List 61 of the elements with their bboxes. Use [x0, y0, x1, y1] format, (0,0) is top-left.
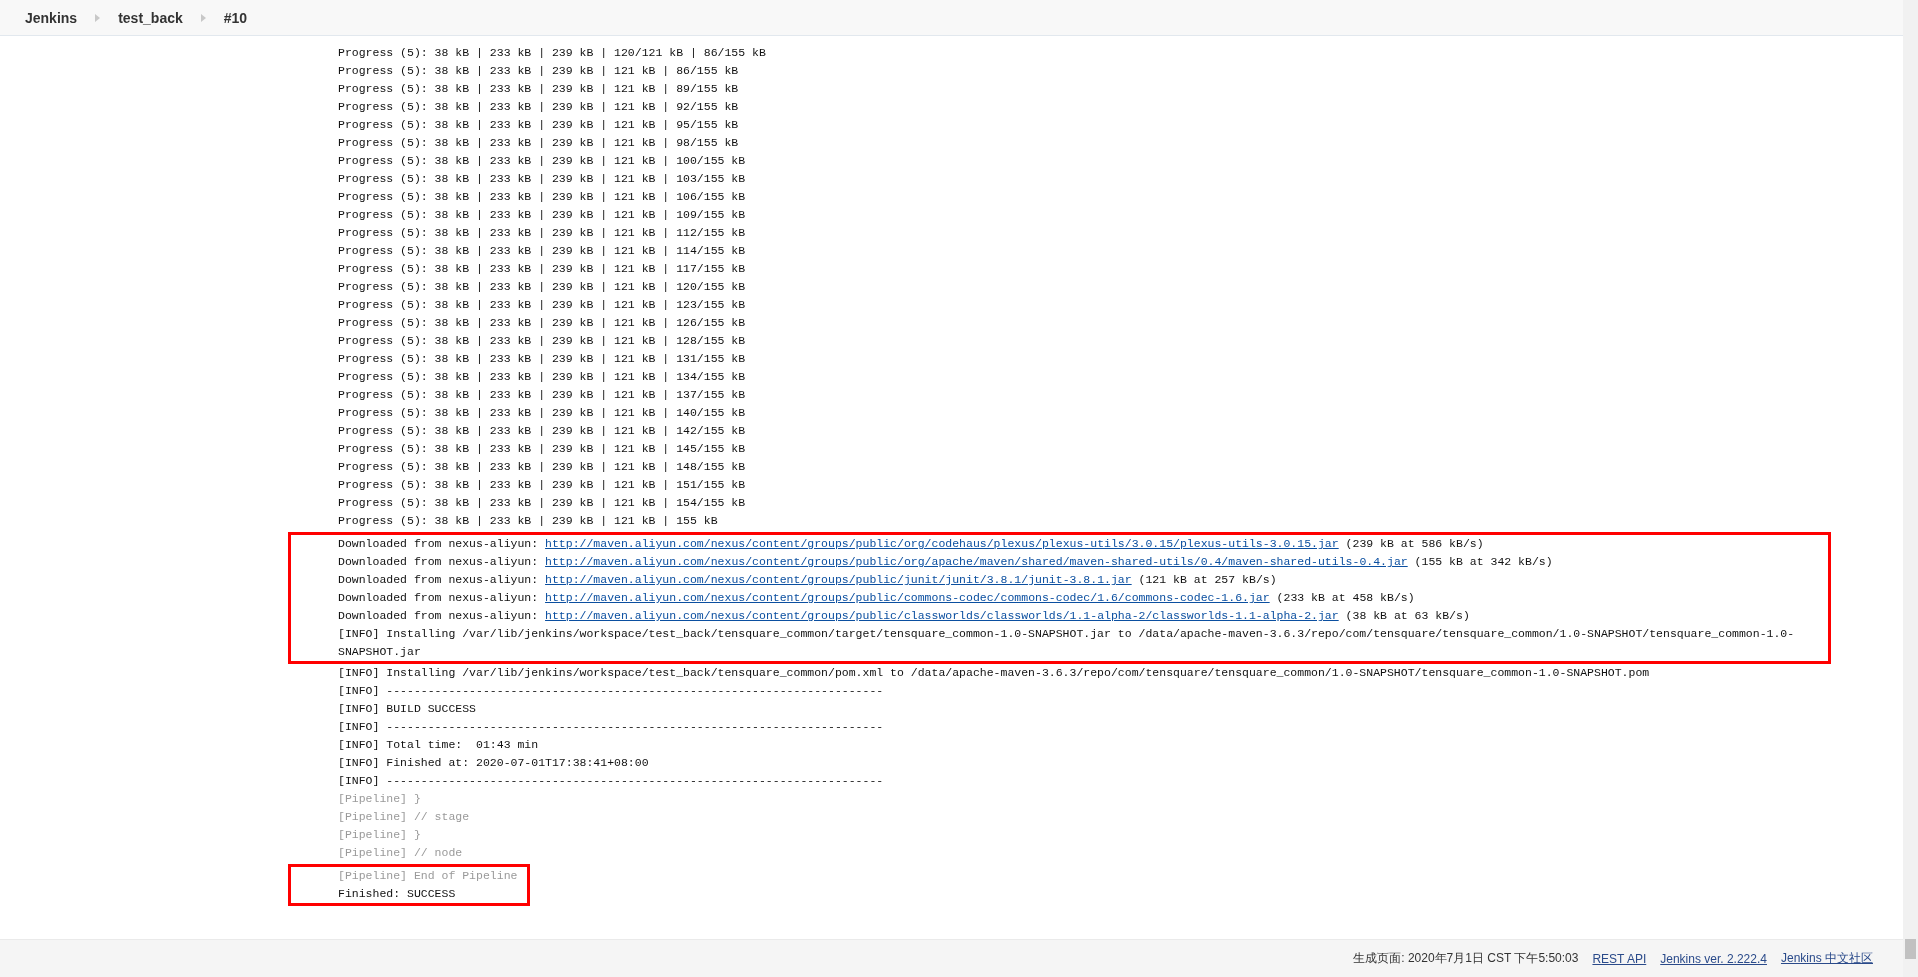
log-line: Progress (5): 38 kB | 233 kB | 239 kB | 121 kB | 137/155 kB	[338, 387, 747, 403]
log-line: Progress (5): 38 kB | 233 kB | 239 kB | 121 kB | 117/155 kB	[338, 261, 747, 277]
log-line: Downloaded from nexus-aliyun: http://maven.aliyun.com/nexus/content/groups/public/junit/junit/3.8.1/junit-3.8.1.jar (121 kB at 257 kB/s)	[338, 572, 1278, 588]
log-line: Progress (5): 38 kB | 233 kB | 239 kB | 121 kB | 109/155 kB	[338, 207, 747, 223]
log-line: [Pipeline] }	[338, 791, 422, 807]
log-line: Progress (5): 38 kB | 233 kB | 239 kB | 121 kB | 100/155 kB	[338, 153, 747, 169]
log-line: Progress (5): 38 kB | 233 kB | 239 kB | 121 kB | 128/155 kB	[338, 333, 747, 349]
log-line: Progress (5): 38 kB | 233 kB | 239 kB | 121 kB | 98/155 kB	[338, 135, 740, 151]
log-line: Progress (5): 38 kB | 233 kB | 239 kB | 121 kB | 86/155 kB	[338, 63, 740, 79]
log-line: Progress (5): 38 kB | 233 kB | 239 kB | 121 kB | 120/155 kB	[338, 279, 747, 295]
footer-link[interactable]: Jenkins ver. 2.222.4	[1660, 951, 1767, 966]
log-line: [INFO] Total time: 01:43 min	[338, 737, 540, 753]
log-line: [INFO] ------------------------------------------------------------------------	[338, 683, 885, 699]
log-line: Progress (5): 38 kB | 233 kB | 239 kB | 121 kB | 103/155 kB	[338, 171, 747, 187]
log-line: Progress (5): 38 kB | 233 kB | 239 kB | 121 kB | 151/155 kB	[338, 477, 747, 493]
log-line: Progress (5): 38 kB | 233 kB | 239 kB | 120/121 kB | 86/155 kB	[338, 45, 766, 61]
log-line: Progress (5): 38 kB | 233 kB | 239 kB | 121 kB | 142/155 kB	[338, 423, 747, 439]
log-line: [INFO] Finished at: 2020-07-01T17:38:41+08:00	[338, 755, 650, 771]
log-line: Downloaded from nexus-aliyun: http://maven.aliyun.com/nexus/content/groups/public/commons-codec/commons-codec/1.6/commons-codec-1.6.jar (233 kB at 458 kB/s)	[338, 590, 1416, 606]
log-line: [Pipeline] End of Pipeline	[338, 868, 518, 884]
artifact-link[interactable]: http://maven.aliyun.com/nexus/content/groups/public/commons-codec/commons-codec/1.6/commons-codec-1.6.jar	[545, 591, 1270, 604]
log-line: Progress (5): 38 kB | 233 kB | 239 kB | 121 kB | 89/155 kB	[338, 81, 740, 97]
log-line: [INFO] Installing /var/lib/jenkins/workspace/test_back/tensquare_common/target/tensquare_common-1.0-SNAPSHOT.jar to /data/apache-maven-3.6.3/repo/com/tensquare/tensquare_common/1.0-SNAPSHOT/tensquare_common-1.0-SNAPSHOT.jar	[338, 626, 1796, 660]
log-line: [Pipeline] }	[338, 827, 422, 843]
caret-icon	[95, 13, 101, 22]
log-line: Progress (5): 38 kB | 233 kB | 239 kB | 121 kB | 92/155 kB	[338, 99, 740, 115]
log-line: [INFO] ------------------------------------------------------------------------	[338, 719, 885, 735]
log-line: Progress (5): 38 kB | 233 kB | 239 kB | 121 kB | 106/155 kB	[338, 189, 747, 205]
log-line: Downloaded from nexus-aliyun: http://maven.aliyun.com/nexus/content/groups/public/org/apache/maven/shared/maven-shared-utils/0.4/maven-shared-utils-0.4.jar (155 kB at 342 kB/s)	[338, 554, 1554, 570]
log-line: [Pipeline] // stage	[338, 809, 471, 825]
log-line: Progress (5): 38 kB | 233 kB | 239 kB | 121 kB | 112/155 kB	[338, 225, 747, 241]
log-line: Progress (5): 38 kB | 233 kB | 239 kB | 121 kB | 123/155 kB	[338, 297, 747, 313]
artifact-link[interactable]: http://maven.aliyun.com/nexus/content/groups/public/org/apache/maven/shared/maven-shared-utils/0.4/maven-shared-utils-0.4.jar	[545, 555, 1408, 568]
log-line: Progress (5): 38 kB | 233 kB | 239 kB | 121 kB | 134/155 kB	[338, 369, 747, 385]
breadcrumb-link[interactable]: Jenkins	[25, 9, 78, 26]
log-line: [INFO] ------------------------------------------------------------------------	[338, 773, 885, 789]
artifact-link[interactable]: http://maven.aliyun.com/nexus/content/groups/public/junit/junit/3.8.1/junit-3.8.1.jar	[545, 573, 1132, 586]
log-line: Progress (5): 38 kB | 233 kB | 239 kB | 121 kB | 148/155 kB	[338, 459, 747, 475]
generated-time: 生成页面: 2020年7月1日 CST 下午5:50:03	[1353, 950, 1579, 967]
artifact-link[interactable]: http://maven.aliyun.com/nexus/content/groups/public/org/codehaus/plexus/plexus-utils/3.0.15/plexus-utils-3.0.15.jar	[545, 537, 1339, 550]
log-line: Progress (5): 38 kB | 233 kB | 239 kB | 121 kB | 114/155 kB	[338, 243, 747, 259]
log-line: Progress (5): 38 kB | 233 kB | 239 kB | 121 kB | 145/155 kB	[338, 441, 747, 457]
log-line: Progress (5): 38 kB | 233 kB | 239 kB | 121 kB | 131/155 kB	[338, 351, 747, 367]
breadcrumb-link[interactable]: test_back	[118, 9, 183, 26]
log-line: Finished: SUCCESS	[338, 886, 457, 902]
log-line: Progress (5): 38 kB | 233 kB | 239 kB | 121 kB | 154/155 kB	[338, 495, 747, 511]
log-line: Downloaded from nexus-aliyun: http://maven.aliyun.com/nexus/content/groups/public/classworlds/classworlds/1.1-alpha-2/classworlds-1.1-alpha-2.jar (38 kB at 63 kB/s)	[338, 608, 1471, 624]
log-line: [Pipeline] // node	[338, 845, 464, 861]
footer-link[interactable]: Jenkins 中文社区	[1780, 950, 1873, 967]
log-line: Downloaded from nexus-aliyun: http://maven.aliyun.com/nexus/content/groups/public/org/codehaus/plexus/plexus-utils/3.0.15/plexus-utils-3.0.15.jar (239 kB at 586 kB/s)	[338, 536, 1485, 552]
log-line: [INFO] Installing /var/lib/jenkins/workspace/test_back/tensquare_common/pom.xml to /data/apache-maven-3.6.3/repo/com/tensquare/tensquare_common/1.0-SNAPSHOT/tensquare_common-1.0-SNAPSHOT.pom	[338, 665, 1650, 681]
breadcrumb-link[interactable]: #10	[223, 9, 248, 26]
artifact-link[interactable]: http://maven.aliyun.com/nexus/content/groups/public/classworlds/classworlds/1.1-alpha-2/classworlds-1.1-alpha-2.jar	[545, 609, 1339, 622]
caret-icon	[200, 13, 206, 22]
log-line: Progress (5): 38 kB | 233 kB | 239 kB | 121 kB | 155 kB	[338, 513, 719, 529]
log-line: Progress (5): 38 kB | 233 kB | 239 kB | 121 kB | 126/155 kB	[338, 315, 747, 331]
scrollbar[interactable]	[1903, 0, 1918, 977]
footer-link[interactable]: REST API	[1592, 951, 1647, 966]
log-line: Progress (5): 38 kB | 233 kB | 239 kB | 121 kB | 95/155 kB	[338, 117, 740, 133]
log-line: Progress (5): 38 kB | 233 kB | 239 kB | 121 kB | 140/155 kB	[338, 405, 747, 421]
log-line: [INFO] BUILD SUCCESS	[338, 701, 478, 717]
